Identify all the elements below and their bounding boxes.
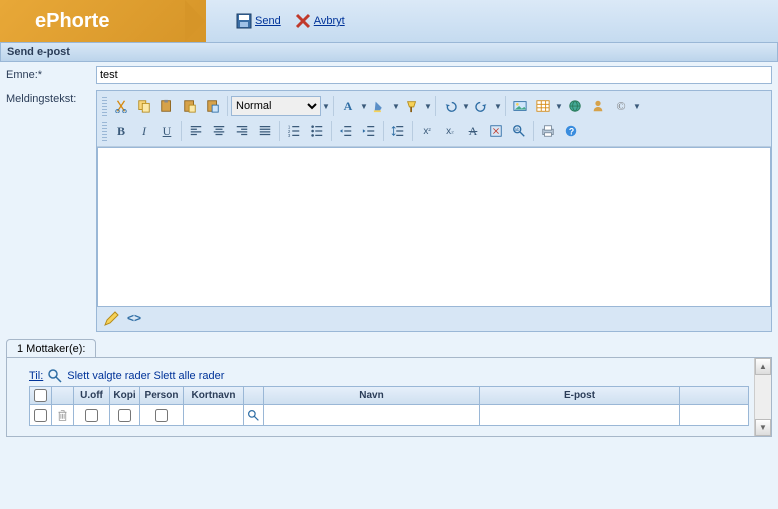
- align-center-button[interactable]: [208, 120, 230, 142]
- paste-special-button[interactable]: [179, 95, 201, 117]
- indent-button[interactable]: [358, 120, 380, 142]
- editor-textarea[interactable]: [97, 147, 771, 307]
- kortnavn-cell[interactable]: [184, 405, 244, 425]
- dropdown-icon[interactable]: ▼: [322, 102, 330, 111]
- scroll-down-icon[interactable]: ▼: [755, 419, 771, 436]
- send-button[interactable]: Send: [236, 13, 281, 29]
- outdent-button[interactable]: [335, 120, 357, 142]
- svg-text:ab: ab: [515, 127, 520, 132]
- dropdown-icon[interactable]: ▼: [424, 102, 432, 111]
- person-checkbox[interactable]: [155, 409, 168, 422]
- til-label[interactable]: Til:: [29, 370, 43, 382]
- rich-text-editor: Normal ▼ A▼ ▼ ▼ ▼ ▼ ▼ © ▼: [96, 90, 772, 332]
- recipients-panel: ▲ ▼ Til: Slett valgte rader Slett alle r…: [6, 357, 772, 437]
- save-disk-icon: [236, 13, 252, 29]
- lookup-icon[interactable]: [247, 409, 260, 422]
- col-person[interactable]: Person: [140, 387, 184, 404]
- scrollbar[interactable]: ▲ ▼: [754, 358, 771, 436]
- unordered-list-button[interactable]: [306, 120, 328, 142]
- paste-button[interactable]: [156, 95, 178, 117]
- uoff-checkbox[interactable]: [85, 409, 98, 422]
- cancel-x-icon: [295, 13, 311, 29]
- dropdown-icon[interactable]: ▼: [462, 102, 470, 111]
- format-paint-button[interactable]: [401, 95, 423, 117]
- table-row: [30, 405, 748, 425]
- image-button[interactable]: [509, 95, 531, 117]
- header-buttons: Send Avbryt: [206, 0, 345, 42]
- align-left-button[interactable]: [185, 120, 207, 142]
- epost-cell[interactable]: [480, 405, 680, 425]
- align-right-button[interactable]: [231, 120, 253, 142]
- tab-recipients[interactable]: 1 Mottaker(e):: [6, 339, 96, 358]
- strikethrough-button[interactable]: A: [462, 120, 484, 142]
- kopi-checkbox[interactable]: [118, 409, 131, 422]
- delete-row-icon[interactable]: [56, 409, 69, 422]
- section-title: Send e-post: [0, 42, 778, 62]
- body-label: Meldingstekst:: [6, 90, 96, 105]
- dropdown-icon[interactable]: ▼: [392, 102, 400, 111]
- subject-row: Emne:*: [0, 62, 778, 86]
- dropdown-icon[interactable]: ▼: [360, 102, 368, 111]
- undo-button[interactable]: [439, 95, 461, 117]
- send-label: Send: [255, 15, 281, 27]
- print-button[interactable]: [537, 120, 559, 142]
- col-kortnavn[interactable]: Kortnavn: [184, 387, 244, 404]
- underline-button[interactable]: U: [156, 120, 178, 142]
- cancel-label: Avbryt: [314, 15, 345, 27]
- highlight-button[interactable]: [369, 95, 391, 117]
- editor-footer: <>: [97, 307, 771, 331]
- paste-word-button[interactable]: [202, 95, 224, 117]
- bold-button[interactable]: B: [110, 120, 132, 142]
- pencil-icon[interactable]: [103, 311, 119, 327]
- italic-button[interactable]: I: [133, 120, 155, 142]
- search-icon[interactable]: [47, 368, 63, 384]
- scroll-up-icon[interactable]: ▲: [755, 358, 771, 375]
- dropdown-icon[interactable]: ▼: [555, 102, 563, 111]
- editor-toolbar: Normal ▼ A▼ ▼ ▼ ▼ ▼ ▼ © ▼: [97, 91, 771, 147]
- col-kopi[interactable]: Kopi: [110, 387, 140, 404]
- subscript-button[interactable]: x₂: [439, 120, 461, 142]
- svg-text:?: ?: [569, 127, 574, 137]
- row-checkbox[interactable]: [34, 409, 47, 422]
- superscript-button[interactable]: x²: [416, 120, 438, 142]
- style-select[interactable]: Normal: [231, 96, 321, 116]
- copyright-button[interactable]: ©: [610, 95, 632, 117]
- link-button[interactable]: [564, 95, 586, 117]
- app-header: ePhorte Send Avbryt: [0, 0, 778, 42]
- user-button[interactable]: [587, 95, 609, 117]
- code-icon[interactable]: <>: [127, 311, 143, 327]
- toolbar-handle-icon[interactable]: [102, 96, 107, 116]
- clear-format-button[interactable]: [485, 120, 507, 142]
- copy-button[interactable]: [133, 95, 155, 117]
- cut-button[interactable]: [110, 95, 132, 117]
- svg-text:3: 3: [288, 133, 291, 138]
- delete-selected-link[interactable]: Slett valgte rader: [67, 370, 150, 382]
- col-uoff[interactable]: U.off: [74, 387, 110, 404]
- recipients-grid: U.off Kopi Person Kortnavn Navn E-post: [29, 386, 749, 426]
- dropdown-icon[interactable]: ▼: [494, 102, 502, 111]
- select-all-checkbox[interactable]: [34, 389, 47, 402]
- subject-input[interactable]: [96, 66, 772, 84]
- col-epost[interactable]: E-post: [480, 387, 680, 404]
- toolbar-handle-icon[interactable]: [102, 121, 107, 141]
- ordered-list-button[interactable]: 123: [283, 120, 305, 142]
- find-button[interactable]: ab: [508, 120, 530, 142]
- col-navn[interactable]: Navn: [264, 387, 480, 404]
- navn-cell[interactable]: [264, 405, 480, 425]
- font-color-button[interactable]: A: [337, 95, 359, 117]
- table-button[interactable]: [532, 95, 554, 117]
- line-spacing-button[interactable]: [387, 120, 409, 142]
- cancel-button[interactable]: Avbryt: [295, 13, 345, 29]
- grid-header: U.off Kopi Person Kortnavn Navn E-post: [30, 387, 748, 405]
- app-logo: ePhorte: [0, 0, 206, 42]
- delete-all-link[interactable]: Slett alle rader: [153, 370, 224, 382]
- body-row: Meldingstekst: Normal ▼ A▼ ▼ ▼: [0, 86, 778, 334]
- recipients-tabs: 1 Mottaker(e): ▲ ▼ Til: Slett valgte rad…: [0, 334, 778, 437]
- subject-label: Emne:*: [6, 66, 96, 81]
- align-justify-button[interactable]: [254, 120, 276, 142]
- redo-button[interactable]: [471, 95, 493, 117]
- help-button[interactable]: ?: [560, 120, 582, 142]
- dropdown-icon[interactable]: ▼: [633, 102, 641, 111]
- recipient-actions: Slett valgte rader Slett alle rader: [67, 370, 224, 382]
